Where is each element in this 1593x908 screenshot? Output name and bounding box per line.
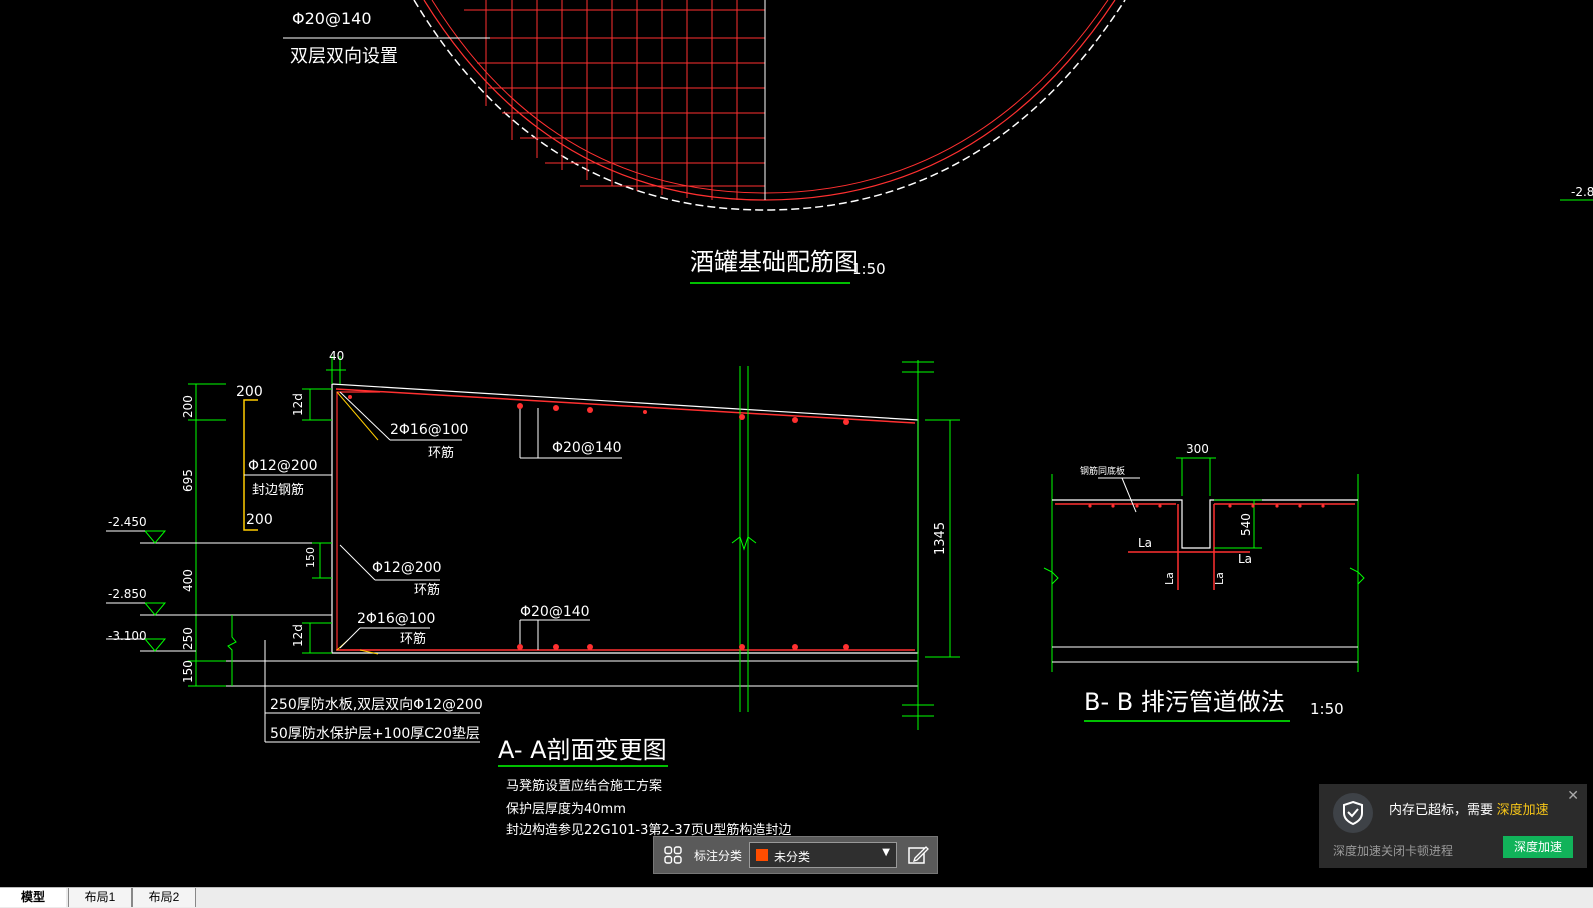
dim-400: 400	[181, 569, 195, 592]
ring-top: 环筋	[428, 445, 454, 461]
bb-dim-300: 300	[1186, 442, 1209, 456]
edge-marker: -2.8	[1571, 185, 1593, 199]
tab-layout1[interactable]: 布局1	[68, 888, 132, 907]
dim-40: 40	[329, 349, 344, 363]
layer-waterproof-slab: 250厚防水板,双层双向Φ12@200	[270, 697, 483, 713]
annotation-category-label: 标注分类	[694, 849, 743, 863]
elev-2450: -2.450	[108, 515, 147, 529]
notification-message-text: 内存已超标，需要	[1389, 802, 1494, 817]
note-2: 保护层厚度为40mm	[506, 801, 626, 817]
dim-150b: 150	[304, 547, 317, 568]
dim-695: 695	[181, 469, 195, 492]
dim-1345: 1345	[933, 522, 948, 555]
annotation-category-value: 未分类	[774, 850, 811, 864]
section-bb-geometry	[1043, 457, 1365, 672]
plan-title: 酒罐基础配筋图	[690, 248, 858, 276]
ring-mid: 环筋	[414, 582, 440, 598]
grid-icon[interactable]	[664, 846, 682, 864]
dim-12d-a: 12d	[291, 393, 305, 416]
notification-subtext: 深度加速关闭卡顿进程	[1333, 844, 1454, 858]
elev-3100: -3.100	[108, 629, 147, 643]
elev-2850: -2.850	[108, 587, 147, 601]
dim-150: 150	[181, 660, 195, 683]
dim-200-top: 200	[236, 384, 263, 400]
annotation-toolbar: 标注分类 未分类 ▼	[653, 836, 938, 874]
bb-la-3: La	[1163, 572, 1176, 585]
tank-plan	[283, 0, 1126, 211]
notification-message: 内存已超标，需要 深度加速	[1389, 799, 1549, 818]
plan-scale: 1:50	[852, 260, 886, 278]
rebar-phi20-top: Φ20@140	[552, 440, 622, 456]
section-bb-scale: 1:50	[1310, 700, 1344, 718]
section-aa-title: A- A剖面变更图	[498, 736, 667, 764]
close-icon[interactable]: ✕	[1567, 788, 1579, 804]
annotation-category-select[interactable]: 未分类 ▼	[749, 842, 897, 868]
edge-rebar: 封边钢筋	[252, 482, 304, 498]
top-rebar-label: Φ20@140	[292, 9, 372, 28]
memory-notification: 内存已超标，需要 深度加速 ✕ 深度加速关闭卡顿进程 深度加速	[1319, 784, 1587, 868]
dim-200-left: 200	[181, 395, 195, 418]
deep-accelerate-link[interactable]: 深度加速	[1497, 802, 1549, 817]
category-color-swatch	[756, 849, 768, 861]
rebar-2phi16-top: 2Φ16@100	[390, 422, 468, 438]
bb-label-steel: 钢筋同底板	[1080, 465, 1125, 477]
rebar-2phi16-bot: 2Φ16@100	[357, 611, 435, 627]
dim-250: 250	[181, 627, 195, 650]
bb-dim-540: 540	[1239, 513, 1253, 536]
tab-layout2[interactable]: 布局2	[132, 888, 196, 907]
note-1: 马凳筋设置应结合施工方案	[506, 778, 662, 794]
chevron-down-icon: ▼	[882, 847, 890, 858]
bb-la-2: La	[1238, 552, 1252, 566]
bb-la-4: La	[1213, 572, 1226, 585]
dim-12d-b: 12d	[291, 624, 305, 647]
bb-la-1: La	[1138, 536, 1152, 550]
edit-icon[interactable]	[906, 843, 930, 867]
rebar-phi20-bot: Φ20@140	[520, 604, 590, 620]
shield-icon	[1333, 793, 1373, 833]
top-rebar-note: 双层双向设置	[290, 46, 398, 67]
ring-bot: 环筋	[400, 631, 426, 647]
rebar-phi12-ring: Φ12@200	[372, 560, 442, 576]
dim-200-bottom: 200	[246, 512, 273, 528]
tab-model[interactable]: 模型	[0, 888, 66, 907]
deep-accelerate-button[interactable]: 深度加速	[1503, 836, 1573, 858]
section-bb-title: B- B 排污管道做法	[1084, 688, 1285, 716]
rebar-phi12-edge: Φ12@200	[248, 458, 318, 474]
section-aa-geometry	[106, 356, 960, 743]
layer-protection: 50厚防水保护层+100厚C20垫层	[270, 726, 480, 742]
layout-tabs: 模型 布局1 布局2	[0, 887, 1593, 908]
cad-drawing-canvas[interactable]: Φ20@140 双层双向设置 酒罐基础配筋图 1:50 -2.8 40 200 …	[0, 0, 1593, 887]
